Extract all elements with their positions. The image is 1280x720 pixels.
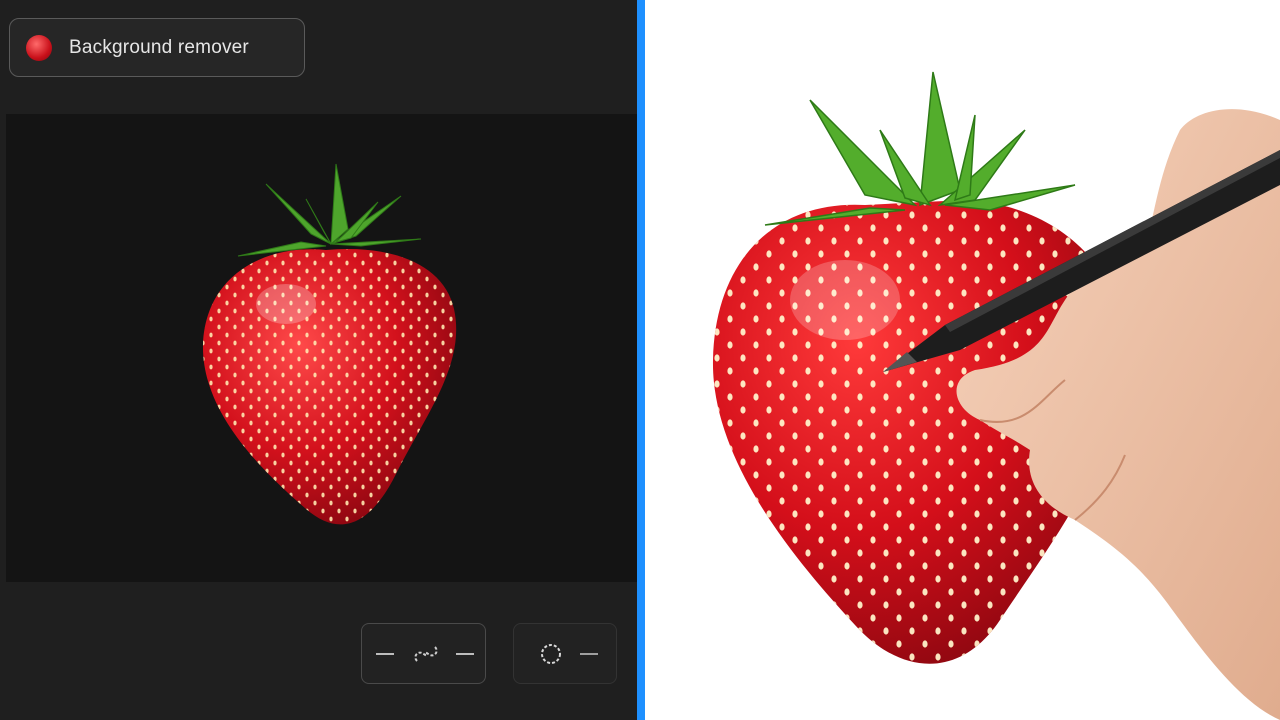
options-icon[interactable] — [574, 624, 604, 683]
brush-icon[interactable] — [536, 624, 566, 683]
panel-divider[interactable] — [637, 0, 645, 720]
image-canvas[interactable] — [6, 114, 637, 582]
preview-panel — [645, 0, 1280, 720]
strawberry-drawing-image — [712, 71, 1280, 720]
toolbar-group-primary — [361, 623, 486, 684]
cutout-strawberry-image — [202, 163, 457, 525]
minus-icon[interactable] — [370, 624, 400, 683]
app-title-chip[interactable]: Background remover — [9, 18, 305, 77]
editor-panel: Background remover — [0, 0, 637, 720]
app-title: Background remover — [69, 36, 249, 58]
strawberry-dot-icon — [26, 34, 52, 61]
link-icon[interactable] — [408, 624, 444, 683]
more-icon[interactable] — [450, 624, 480, 683]
toolbar-group-secondary — [513, 623, 617, 684]
